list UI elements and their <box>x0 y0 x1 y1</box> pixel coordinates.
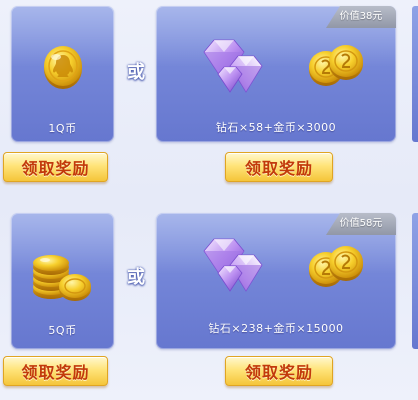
claim-bundle-button[interactable]: 领取奖励 <box>225 356 333 386</box>
qcoin-reward-card-2: 5Q币 <box>11 213 114 349</box>
claim-bundle-button[interactable]: 领取奖励 <box>225 152 333 182</box>
diamond-icon <box>200 233 272 299</box>
next-card-edge <box>412 6 418 142</box>
or-separator: 或 <box>127 267 145 288</box>
stacked-qq-coins-icon <box>29 247 97 307</box>
value-badge: 价值38元 <box>326 6 396 28</box>
bundle-reward-card-2: 价值58元 钻石×238+金币×15000 <box>156 213 396 349</box>
qcoin-reward-card-1: 1Q币 <box>11 6 114 142</box>
claim-qcoin-button[interactable]: 领取奖励 <box>3 356 108 386</box>
gold-coin-icon <box>304 40 366 94</box>
gold-coin-icon <box>304 241 366 295</box>
qcoin-amount-label: 5Q币 <box>48 324 77 337</box>
next-card-edge <box>412 213 418 349</box>
bundle-reward-card-1: 价值38元 钻石×58+金币×3000 <box>156 6 396 142</box>
or-separator: 或 <box>127 62 145 83</box>
diamond-icon <box>200 34 272 100</box>
bundle-contents-label: 钻石×58+金币×3000 <box>215 121 337 134</box>
bundle-contents-label: 钻石×238+金币×15000 <box>208 322 344 335</box>
single-qq-coin-icon <box>41 44 85 94</box>
qcoin-amount-label: 1Q币 <box>48 122 77 135</box>
claim-qcoin-button[interactable]: 领取奖励 <box>3 152 108 182</box>
value-badge: 价值58元 <box>326 213 396 235</box>
